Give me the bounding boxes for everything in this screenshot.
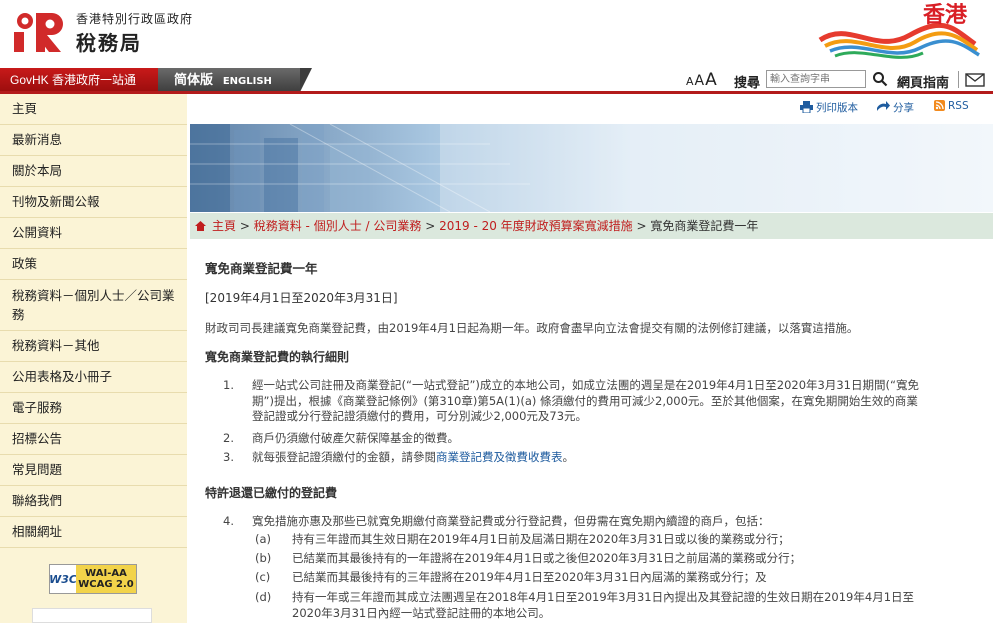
printer-icon (800, 101, 813, 113)
breadcrumb-separator: > (636, 219, 647, 233)
site-header: 香港特別行政區政府 稅務局 香港 (0, 0, 993, 68)
sidebar-item-home[interactable]: 主頁 (0, 94, 187, 125)
rss-icon (934, 100, 945, 111)
sidebar-item-tenders[interactable]: 招標公告 (0, 424, 187, 455)
mail-icon[interactable] (965, 73, 985, 87)
brand-hong-kong-logo-icon[interactable]: 香港 (815, 0, 985, 62)
item-number: 4. (223, 514, 234, 528)
sub-item-label: (c) (255, 570, 271, 584)
breadcrumb-tax-info[interactable]: 稅務資料 - 個別人士 / 公司業務 (254, 219, 422, 233)
govhk-label: GovHK 香港政府一站通 (10, 73, 137, 87)
sub-item-label: (d) (255, 590, 272, 604)
breadcrumb-separator: > (425, 219, 436, 233)
share-icon (877, 101, 890, 111)
sidebar-item-public-info[interactable]: 公開資料 (0, 218, 187, 249)
sub-item-text: 持有三年證而其生效日期在2019年4月1日前及屆滿日期在2020年3月31日或以… (292, 532, 790, 546)
ird-logo-icon[interactable] (14, 10, 64, 52)
breadcrumb-separator: > (239, 219, 250, 233)
sub-item-text: 已結業而其最後持有的一年證將在2019年4月1日或之後但2020年3月31日之前… (292, 551, 802, 565)
section-heading: 寬免商業登記費的執行細則 (205, 350, 350, 364)
share-link[interactable]: 分享 (876, 100, 914, 115)
page-period: [2019年4月1日至2020年3月31日] (205, 291, 398, 305)
sub-item-text: 已結業而其最後持有的三年證將在2019年4月1日至2020年3月31日內屆滿的業… (292, 570, 767, 584)
page-banner-image (190, 124, 993, 212)
section-heading: 特許退還已繳付的登記費 (205, 486, 338, 500)
government-name: 香港特別行政區政府 (76, 12, 194, 26)
department-name: 稅務局 (76, 31, 142, 55)
sidebar-badge[interactable] (32, 608, 152, 623)
item-text: 。 (562, 450, 575, 464)
item-number: 3. (223, 450, 234, 464)
sidebar-item-about-us[interactable]: 關於本局 (0, 156, 187, 187)
rss-label: RSS (948, 100, 969, 112)
item-text-line: 期”)提出，根據《商業登記條例》(第310章)第5A(1)(a) 條須繳付的費用… (252, 393, 918, 408)
wcag-version-text: WCAG 2.0 (78, 579, 134, 590)
breadcrumb-home[interactable]: 主頁 (212, 219, 236, 233)
search-icon[interactable] (872, 71, 888, 87)
breadcrumb: 主頁 > 稅務資料 - 個別人士 / 公司業務 > 2019 - 20 年度財政… (190, 213, 993, 239)
govhk-link[interactable]: GovHK 香港政府一站通 (0, 68, 172, 92)
fee-schedule-link[interactable]: 商業登記費及徵費收費表 (436, 450, 563, 464)
rss-link[interactable]: RSS (934, 100, 969, 112)
sidebar-item-forms[interactable]: 公用表格及小冊子 (0, 362, 187, 393)
sub-item-text-line: 2020年3月31日內經一站式登記註冊的本地公司。 (292, 605, 551, 620)
banner-graphic (190, 124, 993, 212)
item-text: 就每張登記證須繳付的金額，請參閱 (252, 450, 436, 464)
breadcrumb-current: 寬免商業登記費一年 (650, 219, 759, 233)
font-size-medium-button[interactable]: A (695, 73, 705, 89)
sidebar-item-publications[interactable]: 刊物及新聞公報 (0, 187, 187, 218)
item-number: 2. (223, 431, 234, 445)
search-input[interactable] (766, 70, 866, 88)
print-label: 列印版本 (816, 102, 858, 114)
sidebar-item-tax-individuals-business[interactable]: 稅務資料－個別人士／公司業務 (0, 280, 187, 331)
print-version-link[interactable]: 列印版本 (800, 100, 858, 115)
font-size-small-button[interactable]: A (686, 75, 694, 88)
sidebar-item-related-links[interactable]: 相關網址 (0, 517, 187, 548)
home-icon[interactable] (195, 221, 206, 231)
simplified-chinese-link[interactable]: 简体版 (174, 73, 213, 88)
divider (958, 71, 959, 88)
sidebar-item-whats-new[interactable]: 最新消息 (0, 125, 187, 156)
font-size-controls: AAA (686, 70, 718, 90)
sub-item-label: (b) (255, 551, 272, 565)
w3c-logo: W3C (49, 565, 77, 593)
item-text: 寬免措施亦惠及那些已就寬免期繳付商業登記費或分行登記費，但毋需在寬免期內續證的商… (252, 514, 770, 528)
sidebar-item-e-services[interactable]: 電子服務 (0, 393, 187, 424)
breadcrumb-budget-measures[interactable]: 2019 - 20 年度財政預算案寬減措施 (439, 219, 633, 233)
sidebar-nav: 主頁 最新消息 關於本局 刊物及新聞公報 公開資料 政策 稅務資料－個別人士／公… (0, 94, 187, 623)
page-intro: 財政司司長建議寬免商業登記費，由2019年4月1日起為期一年。政府會盡早向立法會… (205, 321, 859, 335)
sidebar-item-contact-us[interactable]: 聯絡我們 (0, 486, 187, 517)
sub-item-text-line: 持有一年或三年證而其成立法團週呈在2018年4月1日至2019年3月31日內提出… (292, 590, 915, 604)
language-switcher: 简体版 ENGLISH (158, 68, 312, 92)
sidebar-item-faq[interactable]: 常見問題 (0, 455, 187, 486)
top-navigation-bar: GovHK 香港政府一站通 简体版 ENGLISH AAA 搜尋 網頁指南 (0, 68, 993, 92)
wcag-badge[interactable]: W3C WAI-AA WCAG 2.0 (49, 564, 137, 594)
sidebar-item-tax-others[interactable]: 稅務資料－其他 (0, 331, 187, 362)
item-text-line: 經一站式公司註冊及商業登記(“一站式登記”)成立的本地公司，如成立法團的週呈是在… (252, 378, 919, 392)
english-link[interactable]: ENGLISH (223, 76, 272, 87)
share-label: 分享 (893, 102, 914, 114)
sub-item-label: (a) (255, 532, 272, 546)
brand-text: 香港 (923, 3, 968, 28)
item-text-line: 登記證或分行登記證須繳付的費用，可分別減少2,000元及73元。 (252, 409, 588, 423)
sidebar-item-policy[interactable]: 政策 (0, 249, 187, 280)
search-label: 搜尋 (734, 76, 761, 91)
item-text: 商戶仍須繳付破產欠薪保障基金的徵費。 (252, 431, 459, 445)
page-title: 寬免商業登記費一年 (205, 261, 318, 276)
wcag-level-text: WAI-AA (85, 568, 127, 579)
item-number: 1. (223, 378, 234, 392)
font-size-large-button[interactable]: A (705, 70, 717, 90)
wcag-level: WAI-AA WCAG 2.0 (76, 565, 136, 593)
sitemap-link[interactable]: 網頁指南 (897, 72, 949, 91)
